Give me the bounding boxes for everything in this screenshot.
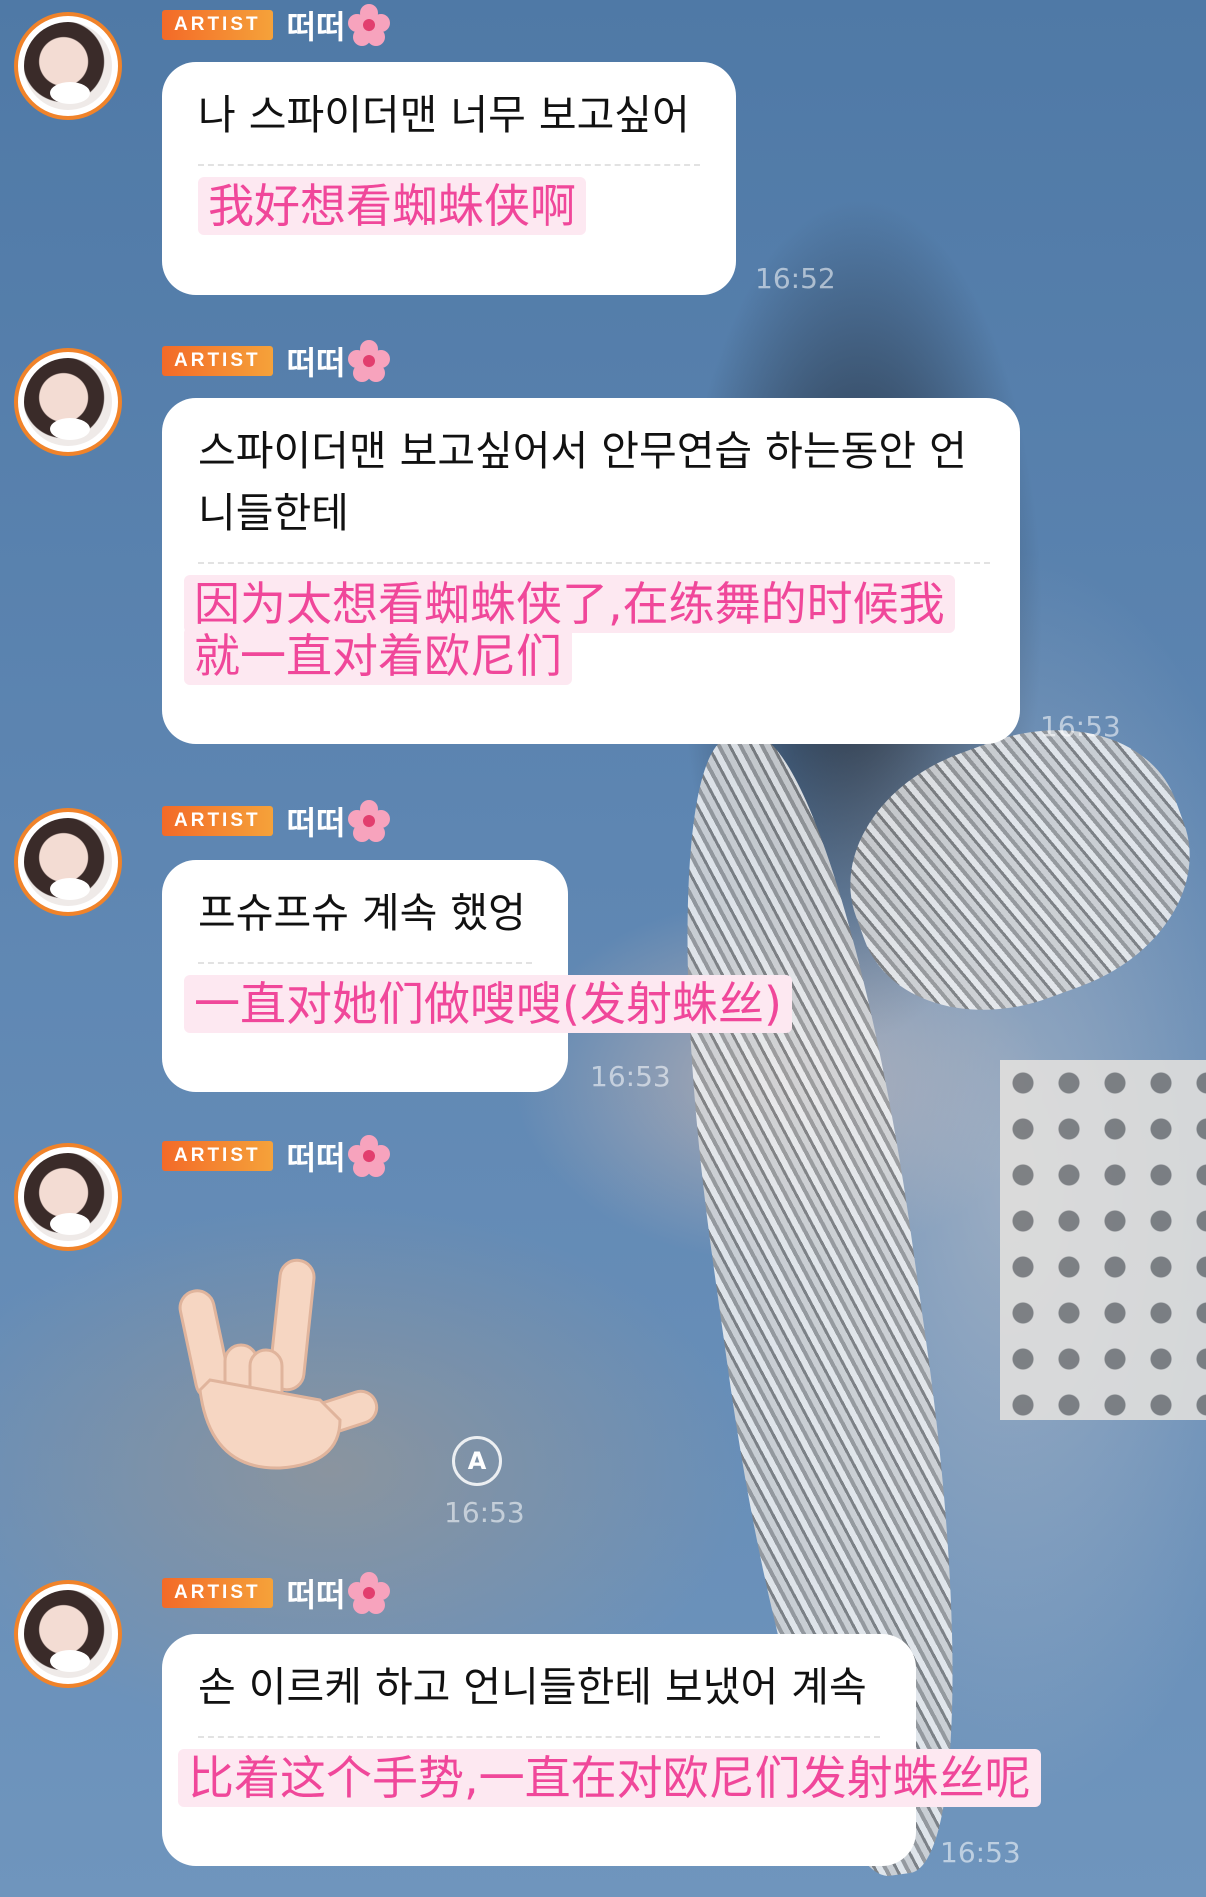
sender-meta: ARTIST 떠떠: [162, 338, 390, 384]
chinese-translation: 我好想看蜘蛛侠啊: [198, 177, 586, 235]
sender-name-text: 떠떠: [286, 344, 346, 382]
timestamp: 16:53: [590, 1060, 671, 1093]
love-you-gesture-icon[interactable]: [170, 1250, 380, 1480]
cherry-blossom-icon: [347, 1135, 390, 1177]
artist-badge: ARTIST: [162, 346, 273, 376]
korean-text: 나 스파이더맨 너무 보고싶어: [198, 91, 690, 139]
artist-badge: ARTIST: [162, 10, 273, 40]
korean-text: 프슈프슈 계속 했엉: [198, 889, 526, 937]
chinese-wrap: 因为太想看蜘蛛侠了,在练舞的时候我就一直对着欧尼们: [184, 575, 964, 685]
message-bubble[interactable]: 스파이더맨 보고싶어서 안무연습 하는동안 언니들한테 因为太想看蜘蛛侠了,在练…: [162, 398, 1020, 744]
chinese-translation: 比着这个手势,一直在对欧尼们发射蛛丝呢: [178, 1749, 1041, 1807]
translate-button[interactable]: A: [452, 1436, 502, 1486]
sender-name: 떠떠: [287, 1133, 390, 1179]
korean-text: 손 이르케 하고 언니들한테 보냈어 계속: [198, 1663, 867, 1711]
bubble-divider: [198, 164, 700, 166]
korean-text: 스파이더맨 보고싶어서 안무연습 하는동안 언니들한테: [198, 427, 967, 537]
artist-badge: ARTIST: [162, 1578, 273, 1608]
avatar[interactable]: [14, 12, 122, 120]
sender-meta: ARTIST 떠떠: [162, 1133, 390, 1179]
sender-name: 떠떠: [287, 1570, 390, 1616]
chinese-translation: 因为太想看蜘蛛侠了,在练舞的时候我就一直对着欧尼们: [184, 575, 955, 685]
polka-dot-fabric: [1000, 1060, 1206, 1420]
sender-meta: ARTIST 떠떠: [162, 798, 390, 844]
sender-name-text: 떠떠: [286, 804, 346, 842]
timestamp: 16:53: [444, 1496, 525, 1529]
sender-name: 떠떠: [287, 798, 390, 844]
chinese-wrap: 一直对她们做嗖嗖(发射蛛丝): [184, 975, 792, 1033]
artist-badge: ARTIST: [162, 806, 273, 836]
sender-name-text: 떠떠: [286, 1139, 346, 1177]
cherry-blossom-icon: [347, 800, 390, 842]
avatar[interactable]: [14, 1580, 122, 1688]
sender-name: 떠떠: [287, 338, 390, 384]
message-bubble[interactable]: 프슈프슈 계속 했엉 一直对她们做嗖嗖(发射蛛丝): [162, 860, 792, 1092]
timestamp: 16:53: [940, 1836, 1021, 1869]
avatar[interactable]: [14, 1143, 122, 1251]
sender-name-text: 떠떠: [286, 1576, 346, 1614]
cherry-blossom-icon: [347, 4, 390, 46]
cherry-blossom-icon: [347, 340, 390, 382]
cherry-blossom-icon: [347, 1572, 390, 1614]
message-bubble[interactable]: 손 이르케 하고 언니들한테 보냈어 계속 比着这个手势,一直在对欧尼们发射蛛丝…: [162, 1634, 1041, 1866]
sender-meta: ARTIST 떠떠: [162, 2, 390, 48]
chinese-wrap: 比着这个手势,一直在对欧尼们发射蛛丝呢: [178, 1749, 1041, 1807]
artist-badge: ARTIST: [162, 1141, 273, 1171]
sender-name: 떠떠: [287, 2, 390, 48]
bubble-divider: [198, 562, 990, 564]
chinese-translation: 一直对她们做嗖嗖(发射蛛丝): [184, 975, 792, 1033]
avatar[interactable]: [14, 808, 122, 916]
sender-meta: ARTIST 떠떠: [162, 1570, 390, 1616]
timestamp: 16:52: [755, 262, 836, 295]
timestamp: 16:53: [1040, 710, 1121, 743]
avatar[interactable]: [14, 348, 122, 456]
message-bubble[interactable]: 나 스파이더맨 너무 보고싶어 我好想看蜘蛛侠啊: [162, 62, 736, 295]
sender-name-text: 떠떠: [286, 8, 346, 46]
bubble-divider: [198, 1736, 880, 1738]
bubble-divider: [198, 962, 532, 964]
